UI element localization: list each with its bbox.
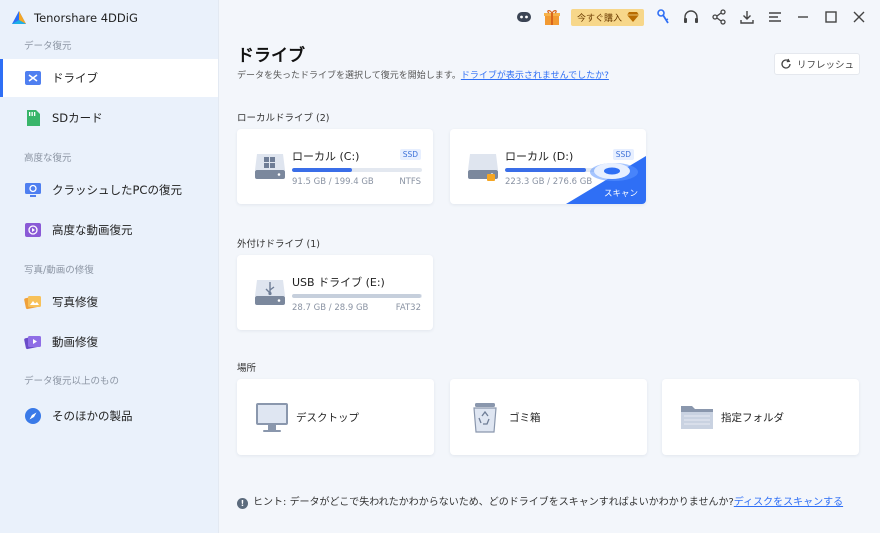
- drive-card-c[interactable]: ローカル (C:) SSD 91.5 GB / 199.4 GB NTFS: [237, 129, 433, 204]
- maximize-icon[interactable]: [822, 8, 840, 26]
- sidebar-item-label: クラッシュしたPCの復元: [52, 183, 182, 197]
- sidebar-item-video-repair[interactable]: 動画修復: [0, 323, 218, 361]
- refresh-icon: [781, 58, 791, 69]
- refresh-label: リフレッシュ: [796, 60, 854, 71]
- drive-capacity: 91.5 GB / 199.4 GB: [292, 177, 374, 187]
- chat-bot-icon[interactable]: [515, 8, 533, 26]
- sidebar-item-label: 動画修復: [52, 335, 98, 349]
- info-icon: !: [237, 498, 248, 509]
- drive-card-d[interactable]: ローカル (D:) SSD 223.3 GB / 276.6 GB スキャン: [450, 129, 646, 204]
- desktop-icon: [256, 403, 288, 432]
- app-logo-icon: [12, 11, 26, 24]
- sd-card-icon: [27, 110, 40, 126]
- windows-drive-icon: [255, 154, 285, 179]
- sidebar-item-other-products[interactable]: そのほかの製品: [0, 397, 218, 435]
- location-label: ゴミ箱: [509, 411, 541, 424]
- sidebar-item-crashed-pc[interactable]: クラッシュしたPCの復元: [0, 171, 218, 209]
- locations-label: 場所: [237, 363, 257, 374]
- drive-card-e[interactable]: USB ドライブ (E:) 28.7 GB / 28.9 GB FAT32: [237, 255, 433, 330]
- drive-name: ローカル (C:): [292, 150, 360, 163]
- usb-drive-icon: [255, 280, 285, 305]
- sidebar-item-video-recovery[interactable]: 高度な動画復元: [0, 211, 218, 249]
- usage-bar-fill: [292, 294, 421, 298]
- close-icon[interactable]: [850, 8, 868, 26]
- location-specific-folder[interactable]: 指定フォルダ: [662, 379, 859, 455]
- buy-now-button[interactable]: 今すぐ購入: [570, 8, 644, 26]
- drive-icon: [25, 71, 41, 85]
- minimize-icon[interactable]: [794, 8, 812, 26]
- section-label-photo-video-repair: 写真/動画の修復: [24, 265, 94, 276]
- page-subtitle-text: データを失ったドライブを選択して復元を開始します。: [237, 71, 461, 81]
- drive-name: ローカル (D:): [505, 150, 574, 163]
- location-label: 指定フォルダ: [721, 411, 784, 424]
- drive-not-shown-link[interactable]: ドライブが表示されませんでしたか?: [461, 71, 609, 81]
- sidebar-item-sd-card[interactable]: SDカード: [0, 99, 218, 137]
- sidebar-item-label: ドライブ: [52, 71, 98, 85]
- main-panel: 今すぐ購入 ドライブ データを失ったドライブを選択して復元を開始します。ドライブ…: [220, 0, 880, 533]
- drive-capacity: 28.7 GB / 28.9 GB: [292, 303, 369, 313]
- gift-icon[interactable]: [543, 8, 561, 26]
- usage-bar: [292, 168, 422, 172]
- title-bar-toolbar: 今すぐ購入: [515, 7, 868, 27]
- headset-support-icon[interactable]: [682, 8, 700, 26]
- recycle-bin-icon: [473, 403, 497, 433]
- download-icon[interactable]: [738, 8, 756, 26]
- page-subtitle: データを失ったドライブを選択して復元を開始します。ドライブが表示されませんでした…: [237, 68, 609, 81]
- diamond-icon: [627, 12, 639, 22]
- video-repair-icon: [24, 336, 41, 350]
- sidebar-item-label: 写真修復: [52, 295, 98, 309]
- sidebar-item-label: 高度な動画復元: [52, 223, 133, 237]
- sidebar-item-label: SDカード: [52, 111, 103, 125]
- usage-bar: [292, 294, 422, 298]
- external-drives-label: 外付けドライブ (1): [237, 239, 320, 250]
- location-desktop[interactable]: デスクトップ: [237, 379, 434, 455]
- sidebar: Tenorshare 4DDiG データ復元 ドライブ SDカード 高度な復元 …: [0, 0, 219, 533]
- hint-body: データがどこで失われたかわからないため、どのドライブをスキャンすればよいかわかり…: [289, 497, 734, 508]
- sidebar-item-photo-repair[interactable]: 写真修復: [0, 283, 218, 321]
- app-brand: Tenorshare 4DDiG: [10, 9, 138, 27]
- usage-bar-fill: [292, 168, 352, 172]
- video-recovery-icon: [25, 223, 41, 237]
- drive-filesystem: FAT32: [395, 303, 421, 313]
- drive-filesystem: NTFS: [399, 177, 421, 187]
- compass-icon: [25, 408, 41, 424]
- sidebar-item-drive[interactable]: ドライブ: [0, 59, 218, 97]
- location-label: デスクトップ: [296, 411, 359, 424]
- share-icon[interactable]: [710, 8, 728, 26]
- buy-now-label: 今すぐ購入: [576, 13, 622, 24]
- app-name: Tenorshare 4DDiG: [34, 11, 138, 25]
- refresh-button[interactable]: リフレッシュ: [774, 53, 860, 75]
- ssd-badge: SSD: [399, 149, 421, 160]
- crashed-pc-icon: [25, 183, 41, 197]
- photo-repair-icon: [24, 296, 41, 310]
- sidebar-item-label: そのほかの製品: [52, 409, 133, 423]
- scan-label[interactable]: スキャン: [604, 187, 638, 199]
- section-label-beyond-recovery: データ復元以上のもの: [24, 376, 120, 387]
- hint-prefix: ヒント:: [253, 497, 287, 508]
- section-label-data-recovery: データ復元: [24, 41, 72, 52]
- section-label-advanced: 高度な復元: [24, 153, 72, 164]
- page-title: ドライブ: [237, 46, 305, 66]
- folder-icon: [681, 406, 713, 429]
- drive-name: USB ドライブ (E:): [292, 276, 385, 289]
- scan-disk-link[interactable]: ディスクをスキャンする: [734, 497, 843, 508]
- key-icon[interactable]: [654, 8, 672, 26]
- local-drives-label: ローカルドライブ (2): [237, 113, 330, 124]
- hint-text: ! ヒント: データがどこで失われたかわからないため、どのドライブをスキャンすれば…: [237, 495, 867, 511]
- menu-icon[interactable]: [766, 8, 784, 26]
- drive-icon: [468, 154, 498, 181]
- location-recycle-bin[interactable]: ゴミ箱: [450, 379, 647, 455]
